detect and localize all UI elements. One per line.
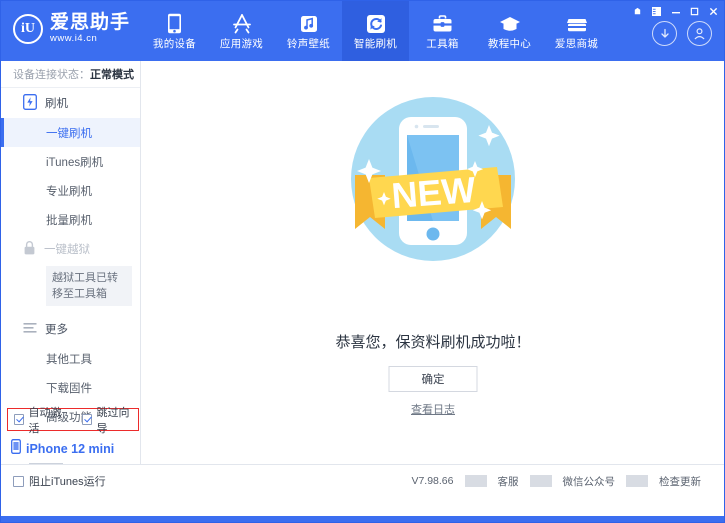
list-lines-icon [23,322,37,337]
option-skip-setup-wizard[interactable]: 跳过向导 [82,404,138,436]
app-version: V7.98.66 [400,475,464,487]
checkbox-icon[interactable] [14,414,24,425]
maximize-icon[interactable] [686,4,703,18]
sidebar-item-download-firmware[interactable]: 下载固件 [1,373,140,402]
success-message: 恭喜您，保资料刷机成功啦！ [141,331,725,352]
confirm-button[interactable]: 确定 [389,366,478,392]
minimize-icon[interactable] [667,4,684,18]
tab-toolbox[interactable]: 工具箱 [409,1,476,61]
jailbreak-moved-note: 越狱工具已转移至工具箱 [46,266,132,306]
tab-label: 爱思商城 [555,38,598,50]
sidebar-item-label: 其他工具 [46,351,92,367]
sidebar-item-label: iTunes刷机 [46,154,103,170]
close-icon[interactable] [705,4,722,18]
user-account-icon[interactable] [687,21,712,46]
view-log-link[interactable]: 查看日志 [411,401,455,417]
tab-smart-flash[interactable]: 智能刷机 [342,1,409,61]
sidebar-group-jailbreak: 一键越狱 [1,234,140,264]
block-itunes-label: 阻止iTunes运行 [29,473,106,489]
window-controls [629,4,722,18]
option-auto-activate[interactable]: 自动激活 [14,404,70,436]
sidebar: 设备连接状态： 正常模式 刷机 一键刷机 iTunes刷机 专业刷机 批量刷机 [1,61,141,464]
download-icon[interactable] [652,21,677,46]
status-bar: 阻止iTunes运行 V7.98.66 客服 微信公众号 检查更新 [1,464,724,497]
tab-label: 智能刷机 [354,38,397,50]
sidebar-group-label: 更多 [45,321,68,337]
device-phone-icon [11,439,21,459]
sidebar-group-flash: 刷机 [1,88,140,118]
tab-i4-store[interactable]: 爱思商城 [543,1,610,61]
tab-my-device[interactable]: 我的设备 [141,1,208,61]
shop-icon [566,12,588,34]
divider [465,475,487,487]
tab-label: 我的设备 [153,38,196,50]
sidebar-item-other-tools[interactable]: 其他工具 [1,344,140,373]
account-area [652,21,712,46]
sidebar-item-label: 专业刷机 [46,183,92,199]
sidebar-item-label: 下载固件 [46,380,92,396]
checkbox-icon[interactable] [82,414,92,425]
divider [530,475,552,487]
flash-options-highlight-box: 自动激活 跳过向导 [7,408,139,431]
sidebar-item-label: 一键刷机 [46,125,92,141]
app-window: iU 爱思助手 www.i4.cn 我的设备 [0,0,725,523]
block-itunes-option[interactable]: 阻止iTunes运行 [13,473,106,489]
sidebar-group-more: 更多 [1,314,140,344]
divider [626,475,648,487]
sidebar-group-label: 刷机 [45,95,68,111]
nav-tabs: 我的设备 应用游戏 [141,1,610,61]
check-update-link[interactable]: 检查更新 [648,474,712,489]
top-navigation-bar: iU 爱思助手 www.i4.cn 我的设备 [1,1,725,61]
logo-name: 爱思助手 [50,13,130,33]
sidebar-item-pro-flash[interactable]: 专业刷机 [1,176,140,205]
tab-label: 铃声壁纸 [287,38,330,50]
tab-ringtones-wallpaper[interactable]: 铃声壁纸 [275,1,342,61]
music-icon [300,12,318,34]
checkbox-icon[interactable] [13,476,24,487]
skin-icon[interactable] [629,4,646,18]
device-flash-icon [23,94,37,113]
status-bar-right: V7.98.66 客服 微信公众号 检查更新 [400,474,712,489]
tab-label: 应用游戏 [220,38,263,50]
appstore-icon [231,12,253,34]
sidebar-group-label: 一键越狱 [44,241,90,257]
phone-icon [167,12,182,34]
logo-url: www.i4.cn [50,33,130,45]
connection-status-value: 正常模式 [90,66,134,82]
sidebar-item-itunes-flash[interactable]: iTunes刷机 [1,147,140,176]
tab-label: 工具箱 [426,38,458,50]
connection-status: 设备连接状态： 正常模式 [1,61,140,88]
tab-apps-games[interactable]: 应用游戏 [208,1,275,61]
device-name: iPhone 12 mini [26,442,114,456]
sidebar-item-one-key-flash[interactable]: 一键刷机 [1,118,140,147]
window-bottom-edge [1,516,724,522]
sidebar-item-label: 批量刷机 [46,212,92,228]
ribbon-text: NEW [390,169,477,216]
toolbox-icon [432,12,453,34]
option-label: 自动激活 [28,404,70,436]
customer-service-link[interactable]: 客服 [487,474,530,489]
main-content: NEW 恭喜您，保资料刷机成功啦！ 确定 查看日志 [141,61,725,464]
logo-mark-icon: iU [13,14,43,44]
new-phone-badge-illustration: NEW [333,79,533,284]
tab-tutorial-center[interactable]: 教程中心 [476,1,543,61]
tab-label: 教程中心 [488,38,531,50]
sidebar-item-batch-flash[interactable]: 批量刷机 [1,205,140,234]
menu-icon[interactable] [648,4,665,18]
app-logo: iU 爱思助手 www.i4.cn [13,13,130,45]
graduation-icon [499,12,521,34]
option-label: 跳过向导 [96,404,138,436]
connection-status-label: 设备连接状态： [13,66,90,82]
refresh-icon [366,12,386,34]
lock-icon [23,240,36,259]
wechat-official-link[interactable]: 微信公众号 [552,474,627,489]
